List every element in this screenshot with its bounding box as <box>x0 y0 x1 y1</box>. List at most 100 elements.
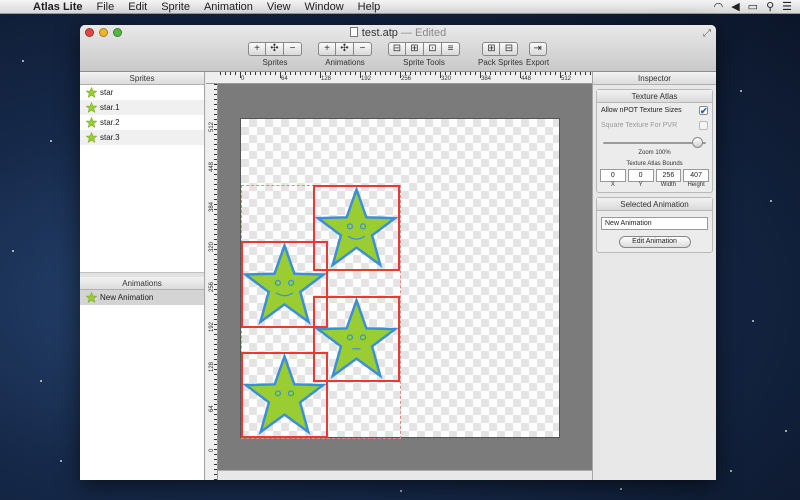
ruler-tick <box>214 219 217 220</box>
battery-icon[interactable]: ▭ <box>748 0 758 13</box>
star-sprite-image <box>242 352 327 435</box>
ruler-tick <box>214 114 217 115</box>
toolbar-sprites-label: Sprites <box>262 58 288 67</box>
sprite-list-item[interactable]: star.3 <box>80 130 204 145</box>
ruler-tick <box>214 84 217 85</box>
ruler-tick <box>214 154 217 155</box>
sprite-tool-2-button[interactable]: ⊞ <box>406 42 424 56</box>
ruler-tick <box>214 469 217 470</box>
ruler-tick <box>385 72 386 75</box>
menu-sprite[interactable]: Sprite <box>154 1 197 13</box>
pack-grid-button[interactable]: ⊞ <box>482 42 501 56</box>
sprite-star-4[interactable] <box>241 352 328 438</box>
ruler-tick <box>214 264 217 265</box>
ruler-tick <box>214 389 217 390</box>
ruler-tick <box>515 72 516 75</box>
ruler-label: 320 <box>441 76 452 82</box>
ruler-tick <box>214 269 217 270</box>
sprite-list-item[interactable]: star.2 <box>80 115 204 130</box>
export-button[interactable]: ⇥ <box>528 42 547 56</box>
selected-animation-panel: Selected Animation New Animation Edit An… <box>596 197 713 253</box>
ruler-label: 64 <box>209 405 215 412</box>
add-animation-button[interactable]: + <box>318 42 336 56</box>
ruler-label: 512 <box>209 121 215 132</box>
ruler-label: 0 <box>241 76 245 82</box>
ruler-tick <box>530 72 531 75</box>
ruler-tick <box>490 72 491 75</box>
fullscreen-icon[interactable]: ⤢ <box>703 28 711 39</box>
ruler-tick <box>355 72 356 75</box>
bounds-height-field[interactable]: 407 <box>683 169 709 182</box>
ruler-tick <box>575 72 576 75</box>
ruler-tick <box>260 72 261 75</box>
ruler-tick <box>214 104 217 105</box>
inspector-header: Inspector <box>593 72 716 85</box>
canvas-horizontal-scrollbar[interactable] <box>218 470 592 480</box>
menu-animation[interactable]: Animation <box>197 1 260 13</box>
pack-tight-button[interactable]: ⊟ <box>500 42 519 56</box>
ruler-tick <box>214 159 217 160</box>
sprite-tool-4-button[interactable]: ≡ <box>442 42 460 56</box>
ruler-tick <box>525 72 526 75</box>
ruler-tick <box>214 109 217 110</box>
volume-icon[interactable]: ◀ <box>731 0 739 13</box>
remove-sprite-button[interactable]: − <box>284 42 302 56</box>
zoom-slider[interactable] <box>603 137 706 149</box>
menu-edit[interactable]: Edit <box>121 1 154 13</box>
ruler-tick <box>214 304 217 305</box>
bounds-width-field[interactable]: 256 <box>655 169 682 182</box>
edit-animation-button[interactable]: Edit Animation <box>618 236 691 248</box>
bounds-x-label: X <box>610 182 615 188</box>
canvas-area: 0 64 128 192 256 320 384 448 512 512 448 384 320 256… <box>206 72 592 480</box>
ruler-tick <box>214 384 217 385</box>
sprite-list-item[interactable]: star.1 <box>80 100 204 115</box>
ruler-tick <box>265 72 266 75</box>
ruler-tick <box>214 399 217 400</box>
allow-npot-checkbox[interactable]: ✔ <box>699 106 708 116</box>
add-sprites-from-folder-button[interactable]: ✣ <box>266 42 284 56</box>
square-pvr-label: Square Texture For PVR <box>601 122 678 129</box>
ruler-tick <box>214 319 217 320</box>
add-sprite-button[interactable]: + <box>248 42 266 56</box>
atlas-bounds-label: Texture Atlas Bounds <box>626 161 683 167</box>
menu-file[interactable]: File <box>90 1 122 13</box>
menu-help[interactable]: Help <box>351 1 388 13</box>
menu-app-name[interactable]: Atlas Lite <box>26 1 90 13</box>
texture-atlas-canvas[interactable] <box>240 118 560 439</box>
ruler-tick <box>545 72 546 75</box>
sprite-tool-3-button[interactable]: ⊡ <box>424 42 442 56</box>
sidebar: Sprites star star.1 star.2 star.3 Animat… <box>80 72 205 480</box>
ruler-tick <box>290 72 291 75</box>
ruler-tick <box>214 349 217 350</box>
ruler-tick <box>255 72 256 75</box>
animation-star-icon <box>86 292 97 303</box>
remove-animation-button[interactable]: − <box>354 42 372 56</box>
selected-animation-header: Selected Animation <box>597 198 712 211</box>
ruler-tick <box>214 214 217 215</box>
animation-name-field[interactable]: New Animation <box>601 217 708 230</box>
notification-center-icon[interactable]: ☰ <box>782 0 792 13</box>
add-animation-frames-button[interactable]: ✣ <box>336 42 354 56</box>
zoom-slider-track <box>603 142 706 144</box>
bounds-x-field[interactable]: 0 <box>600 169 626 182</box>
app-window: test.atp — Edited ⤢ + ✣ − Sprites + ✣ − … <box>80 25 716 480</box>
ruler-tick <box>335 72 336 75</box>
toolbar-pack-sprites-group: ⊞ ⊟ Pack Sprites <box>478 42 523 67</box>
menu-window[interactable]: Window <box>298 1 351 13</box>
sprite-list-item[interactable]: star <box>80 85 204 100</box>
bounds-y-field[interactable]: 0 <box>627 169 654 182</box>
ruler-tick <box>214 279 217 280</box>
spotlight-search-icon[interactable]: ⚲ <box>766 0 774 13</box>
ruler-tick <box>214 184 217 185</box>
menu-view[interactable]: View <box>260 1 298 13</box>
wifi-icon[interactable]: ◠ <box>714 0 724 13</box>
ruler-tick <box>330 72 331 75</box>
ruler-tick <box>405 72 406 75</box>
sprite-tool-1-button[interactable]: ⊟ <box>388 42 406 56</box>
square-pvr-checkbox[interactable] <box>699 121 708 130</box>
animation-list-item[interactable]: New Animation <box>80 290 204 305</box>
ruler-tick <box>225 72 226 75</box>
sprite-name: star.2 <box>100 118 120 127</box>
zoom-slider-knob[interactable] <box>692 137 703 148</box>
ruler-tick <box>245 72 246 75</box>
